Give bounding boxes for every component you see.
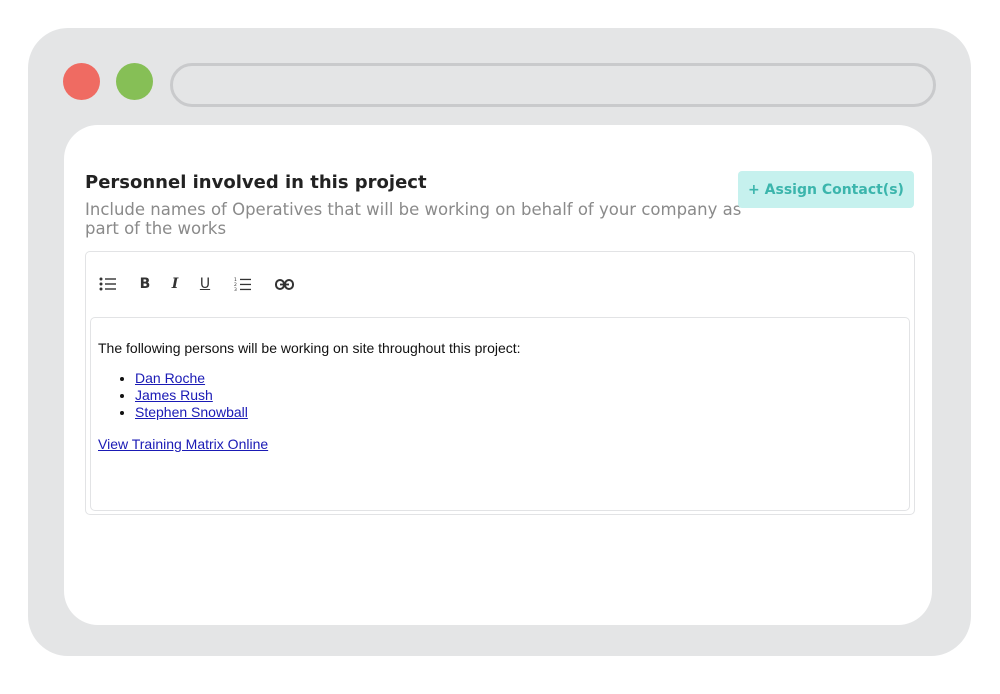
link-icon[interactable]: [274, 274, 294, 294]
close-window-dot[interactable]: [63, 63, 100, 100]
list-item: Stephen Snowball: [135, 404, 248, 421]
section-subtitle: Include names of Operatives that will be…: [85, 200, 742, 238]
person-link-dan-roche[interactable]: Dan Roche: [135, 370, 205, 386]
address-bar[interactable]: [170, 63, 936, 107]
training-matrix-link[interactable]: View Training Matrix Online: [98, 436, 268, 452]
numbered-list-icon[interactable]: 1 2 3: [233, 274, 251, 294]
list-item: Dan Roche: [135, 370, 248, 387]
bulleted-list-icon[interactable]: [98, 274, 116, 294]
italic-icon[interactable]: I: [168, 274, 182, 294]
editor-content[interactable]: The following persons will be working on…: [90, 317, 910, 511]
rich-text-editor: B I U 1 2 3 The following persons will b…: [85, 251, 915, 515]
bold-icon[interactable]: B: [138, 274, 152, 294]
person-link-stephen-snowball[interactable]: Stephen Snowball: [135, 404, 248, 420]
browser-window: Personnel involved in this project Inclu…: [28, 28, 971, 656]
svg-text:3: 3: [234, 287, 237, 292]
assign-contacts-button[interactable]: + Assign Contact(s): [738, 171, 914, 208]
personnel-list: Dan Roche James Rush Stephen Snowball: [98, 370, 248, 421]
underline-icon[interactable]: U: [198, 274, 212, 294]
content-panel: Personnel involved in this project Inclu…: [64, 125, 932, 625]
section-title: Personnel involved in this project: [85, 172, 427, 193]
list-item: James Rush: [135, 387, 248, 404]
maximize-window-dot[interactable]: [116, 63, 153, 100]
intro-text: The following persons will be working on…: [98, 340, 521, 356]
person-link-james-rush[interactable]: James Rush: [135, 387, 213, 403]
training-matrix-line: View Training Matrix Online: [98, 436, 268, 452]
